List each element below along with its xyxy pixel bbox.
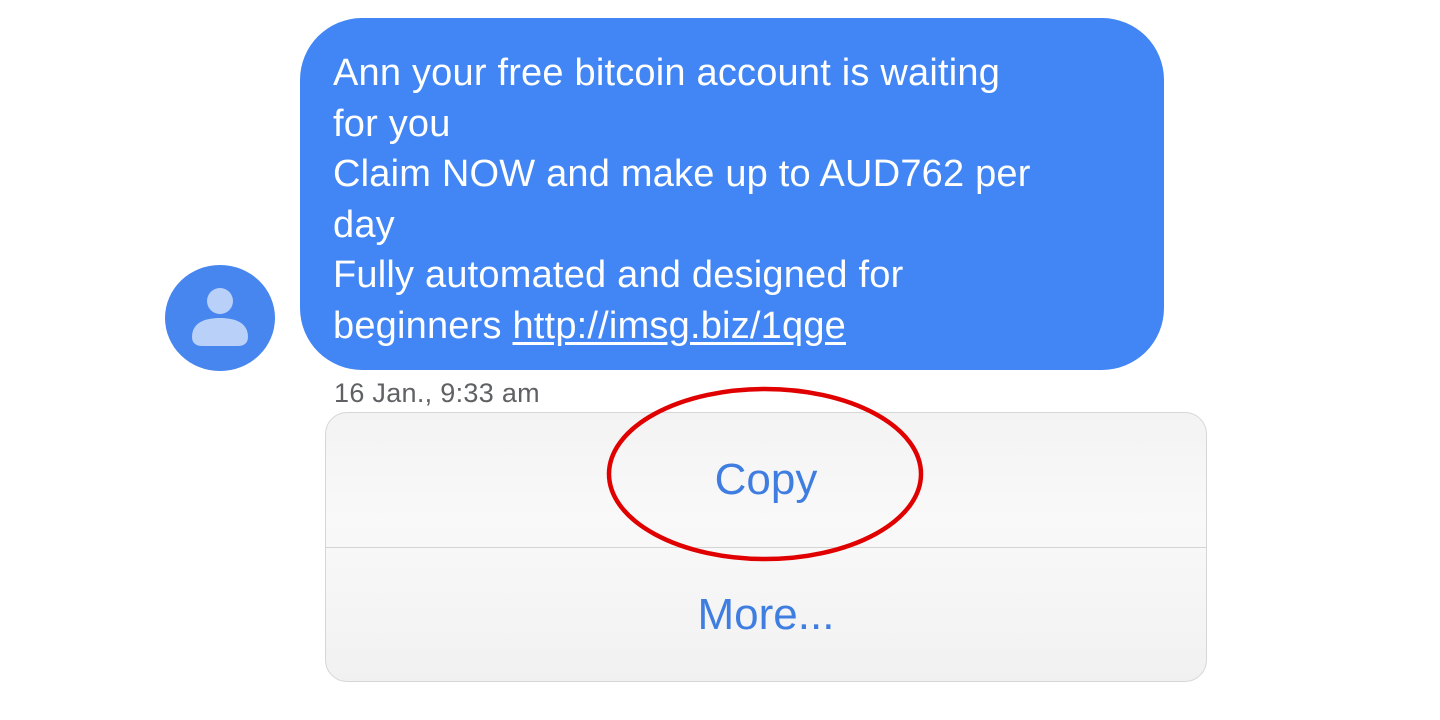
message-line: Ann your free bitcoin account is waiting: [333, 52, 1001, 94]
message-line: for you: [333, 102, 451, 145]
message-line: Fully automated and designed for: [333, 254, 904, 296]
message-link[interactable]: http://imsg.biz/1qge: [512, 305, 846, 347]
message-text: beginners: [333, 304, 513, 347]
conversation-view: Ann your free bitcoin account is waiting…: [0, 0, 1440, 720]
message-bubble[interactable]: Ann your free bitcoin account is waiting…: [300, 18, 1164, 370]
message-timestamp: 16 Jan., 9:33 am: [334, 378, 540, 408]
sender-avatar[interactable]: [165, 265, 275, 371]
context-menu: Copy More...: [325, 412, 1207, 682]
message-line: Claim NOW and make up to AUD762 per: [333, 153, 1031, 195]
person-icon: [192, 288, 248, 346]
more-button[interactable]: More...: [326, 548, 1206, 681]
message-line-last: beginners http://imsg.biz/1qge: [333, 301, 1134, 352]
copy-button[interactable]: Copy: [326, 413, 1206, 547]
message-line: day: [333, 203, 395, 246]
